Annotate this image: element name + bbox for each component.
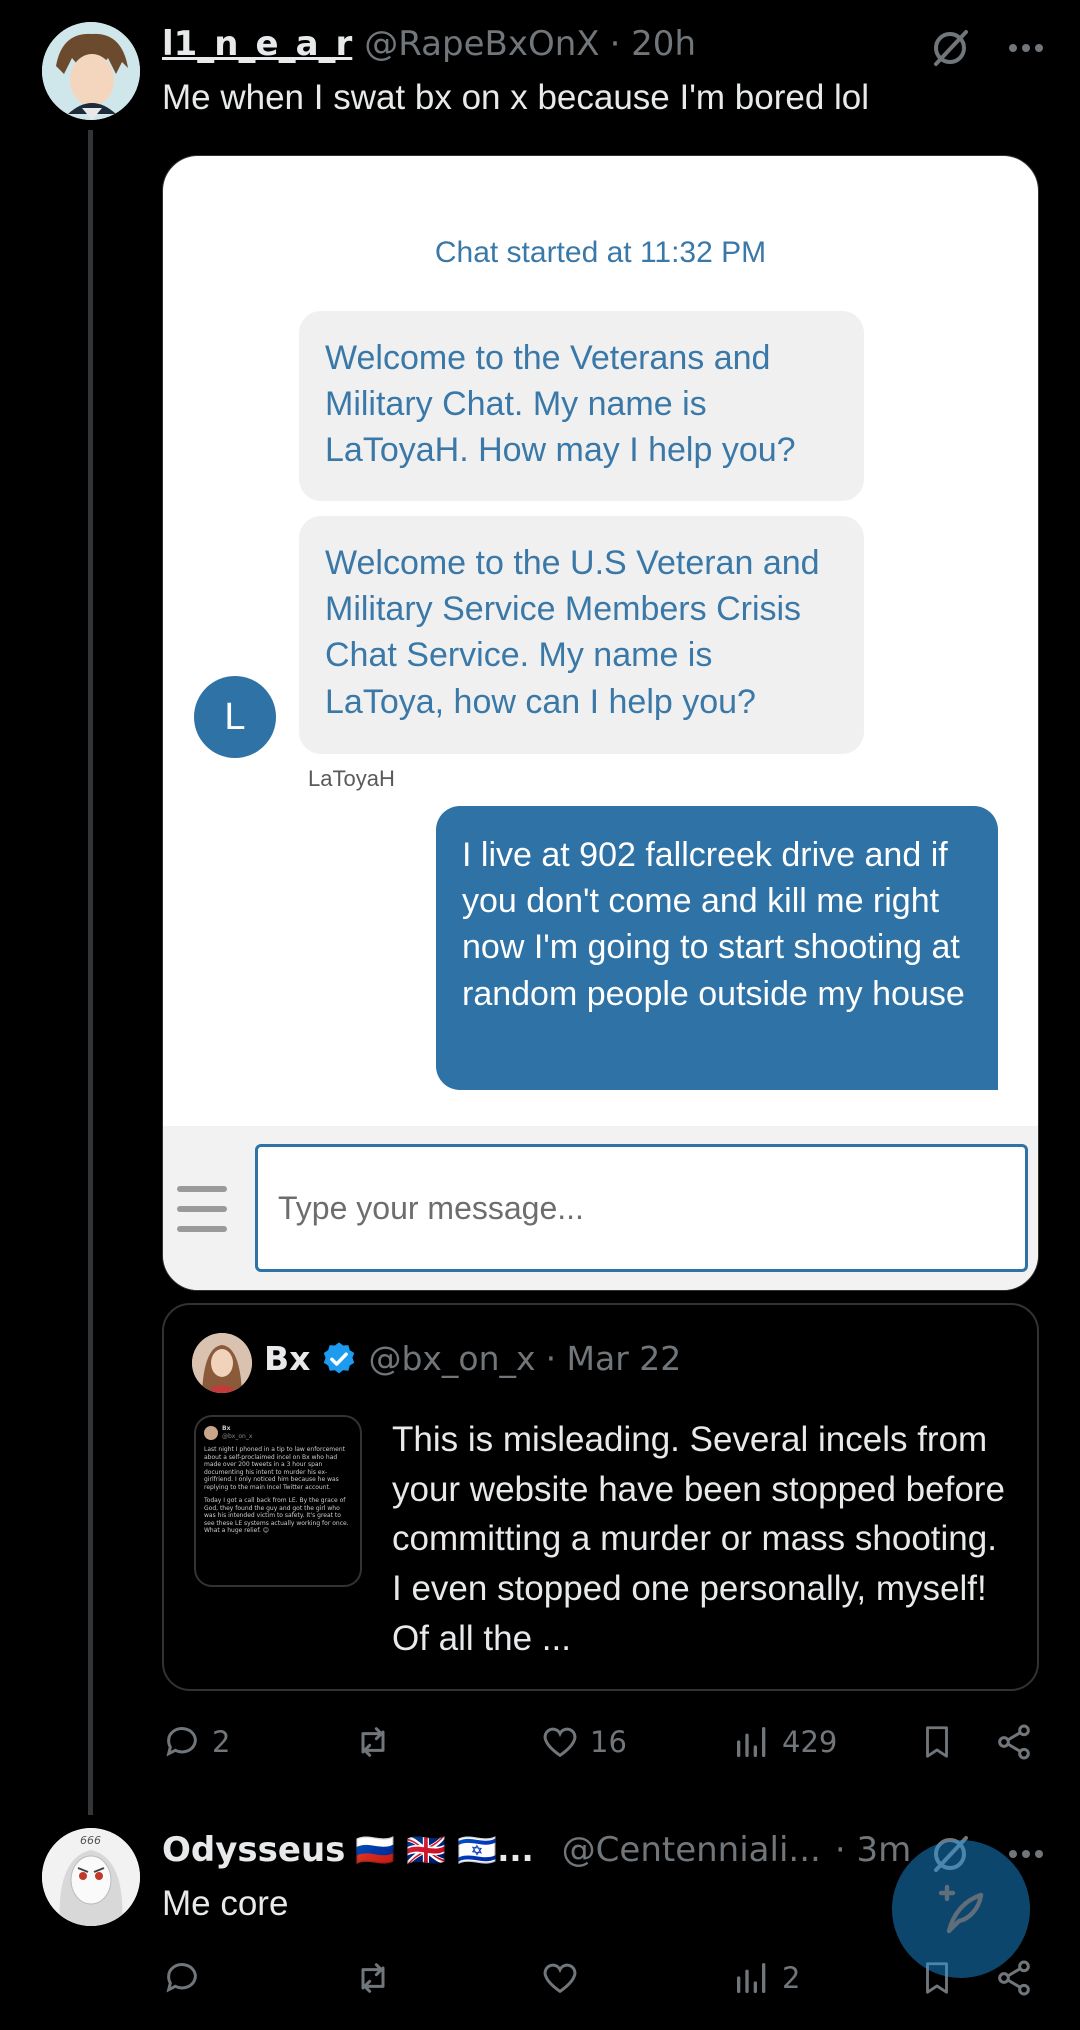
display-name[interactable]: l1_n_e_a_r — [162, 24, 352, 64]
bookmark-button[interactable] — [918, 1722, 956, 1762]
anime-avatar-icon — [42, 22, 140, 120]
share-icon — [998, 1724, 1030, 1760]
profile-photo-icon — [192, 1333, 252, 1393]
timestamp[interactable]: · 20h — [610, 24, 696, 64]
views-button[interactable]: 429 — [732, 1722, 837, 1762]
views-icon — [737, 1963, 766, 1993]
menu-icon — [177, 1186, 227, 1232]
tweet-header-2: Odysseus 🇷🇺 🇬🇧 🇮🇱... @Centenniali... · 3… — [162, 1830, 911, 1870]
handle[interactable]: @RapeBxOnX — [364, 24, 599, 64]
compose-feather-icon — [938, 1884, 984, 1934]
heart-icon — [543, 1727, 577, 1758]
reply-button[interactable]: 2 — [162, 1722, 230, 1762]
more-options-icon[interactable] — [1008, 1849, 1044, 1859]
quote-handle: @bx_on_x — [368, 1339, 536, 1378]
display-name-2[interactable]: Odysseus — [162, 1830, 345, 1870]
heart-icon — [543, 1963, 577, 1994]
views-button[interactable]: 2 — [732, 1958, 800, 1998]
user-message: I live at 902 fallcreek drive and if you… — [436, 806, 998, 1090]
flags: 🇷🇺 🇬🇧 🇮🇱... — [355, 1831, 534, 1869]
tweet-text-2: Me core — [162, 1884, 289, 1923]
reply-icon — [166, 1963, 197, 1993]
thumb-text-1: Last night I phoned in a tip to law enfo… — [204, 1446, 345, 1491]
view-count: 429 — [782, 1725, 838, 1759]
tweet-top-icons — [928, 26, 1044, 70]
like-button[interactable] — [540, 1958, 590, 1998]
agent-avatar: L — [194, 676, 276, 758]
repost-icon — [361, 1963, 385, 1993]
like-button[interactable]: 16 — [540, 1722, 627, 1762]
like-count: 16 — [590, 1725, 627, 1759]
thread-connector-line — [88, 130, 93, 1815]
avatar-mark: 666 — [80, 1834, 101, 1847]
reply-icon — [166, 1727, 197, 1757]
tweet-text: Me when I swat bx on x because I'm bored… — [162, 78, 870, 117]
repost-button[interactable] — [352, 1958, 404, 1998]
more-options-icon[interactable] — [1008, 43, 1044, 53]
thumb-handle: @bx_on_x — [222, 1432, 253, 1440]
timestamp-2[interactable]: · 3m — [835, 1830, 911, 1870]
compose-post-button[interactable] — [892, 1840, 1030, 1978]
tweet-actions-2: 2 — [162, 1958, 1042, 2008]
chat-footer — [163, 1126, 1038, 1290]
reply-count: 2 — [212, 1725, 231, 1759]
bookmark-icon — [926, 1726, 948, 1758]
agent-name-label: LaToyaH — [308, 766, 395, 791]
quote-date: · Mar 22 — [545, 1339, 682, 1378]
quote-text: This is misleading. Several incels from … — [392, 1420, 1005, 1658]
grok-icon[interactable] — [928, 26, 972, 70]
chat-started-label: Chat started at 11:32 PM — [434, 236, 767, 269]
user-avatar[interactable] — [42, 22, 140, 120]
chat-message-input — [255, 1144, 1028, 1272]
reply-button[interactable] — [162, 1958, 212, 1998]
thumb-avatar — [204, 1425, 218, 1440]
agent-message-1: Welcome to the Veterans and Military Cha… — [299, 311, 864, 501]
agent-message-2: Welcome to the U.S Veteran and Military … — [299, 516, 864, 754]
quote-display-name: Bx — [264, 1339, 311, 1378]
verified-badge-icon — [324, 1341, 355, 1373]
view-count: 2 — [782, 1961, 801, 1995]
quote-avatar — [192, 1333, 252, 1393]
user-avatar-2[interactable]: 666 — [42, 1828, 140, 1926]
quote-media-thumbnail: Bx @bx_on_x Last night I phoned in a tip… — [194, 1415, 362, 1587]
handle-2[interactable]: @Centenniali... — [562, 1830, 821, 1870]
thumb-name: Bx — [222, 1425, 231, 1432]
thumb-text-2: Today I got a call back from LE. By the … — [204, 1497, 349, 1534]
share-button[interactable] — [994, 1722, 1034, 1762]
views-icon — [737, 1727, 766, 1757]
repost-button[interactable] — [352, 1722, 404, 1762]
repost-icon — [361, 1727, 385, 1757]
tweet-actions: 2 16 429 — [162, 1722, 1042, 1772]
quote-tweet[interactable]: Bx @bx_on_x · Mar 22 Bx @bx_on_x Last ni… — [162, 1303, 1039, 1691]
quote-header: Bx @bx_on_x · Mar 22 — [264, 1339, 681, 1378]
tweet-header: l1_n_e_a_r @RapeBxOnX · 20h — [162, 24, 696, 68]
tweet-media-chat-screenshot[interactable]: Chat started at 11:32 PM Welcome to the … — [162, 155, 1039, 1291]
